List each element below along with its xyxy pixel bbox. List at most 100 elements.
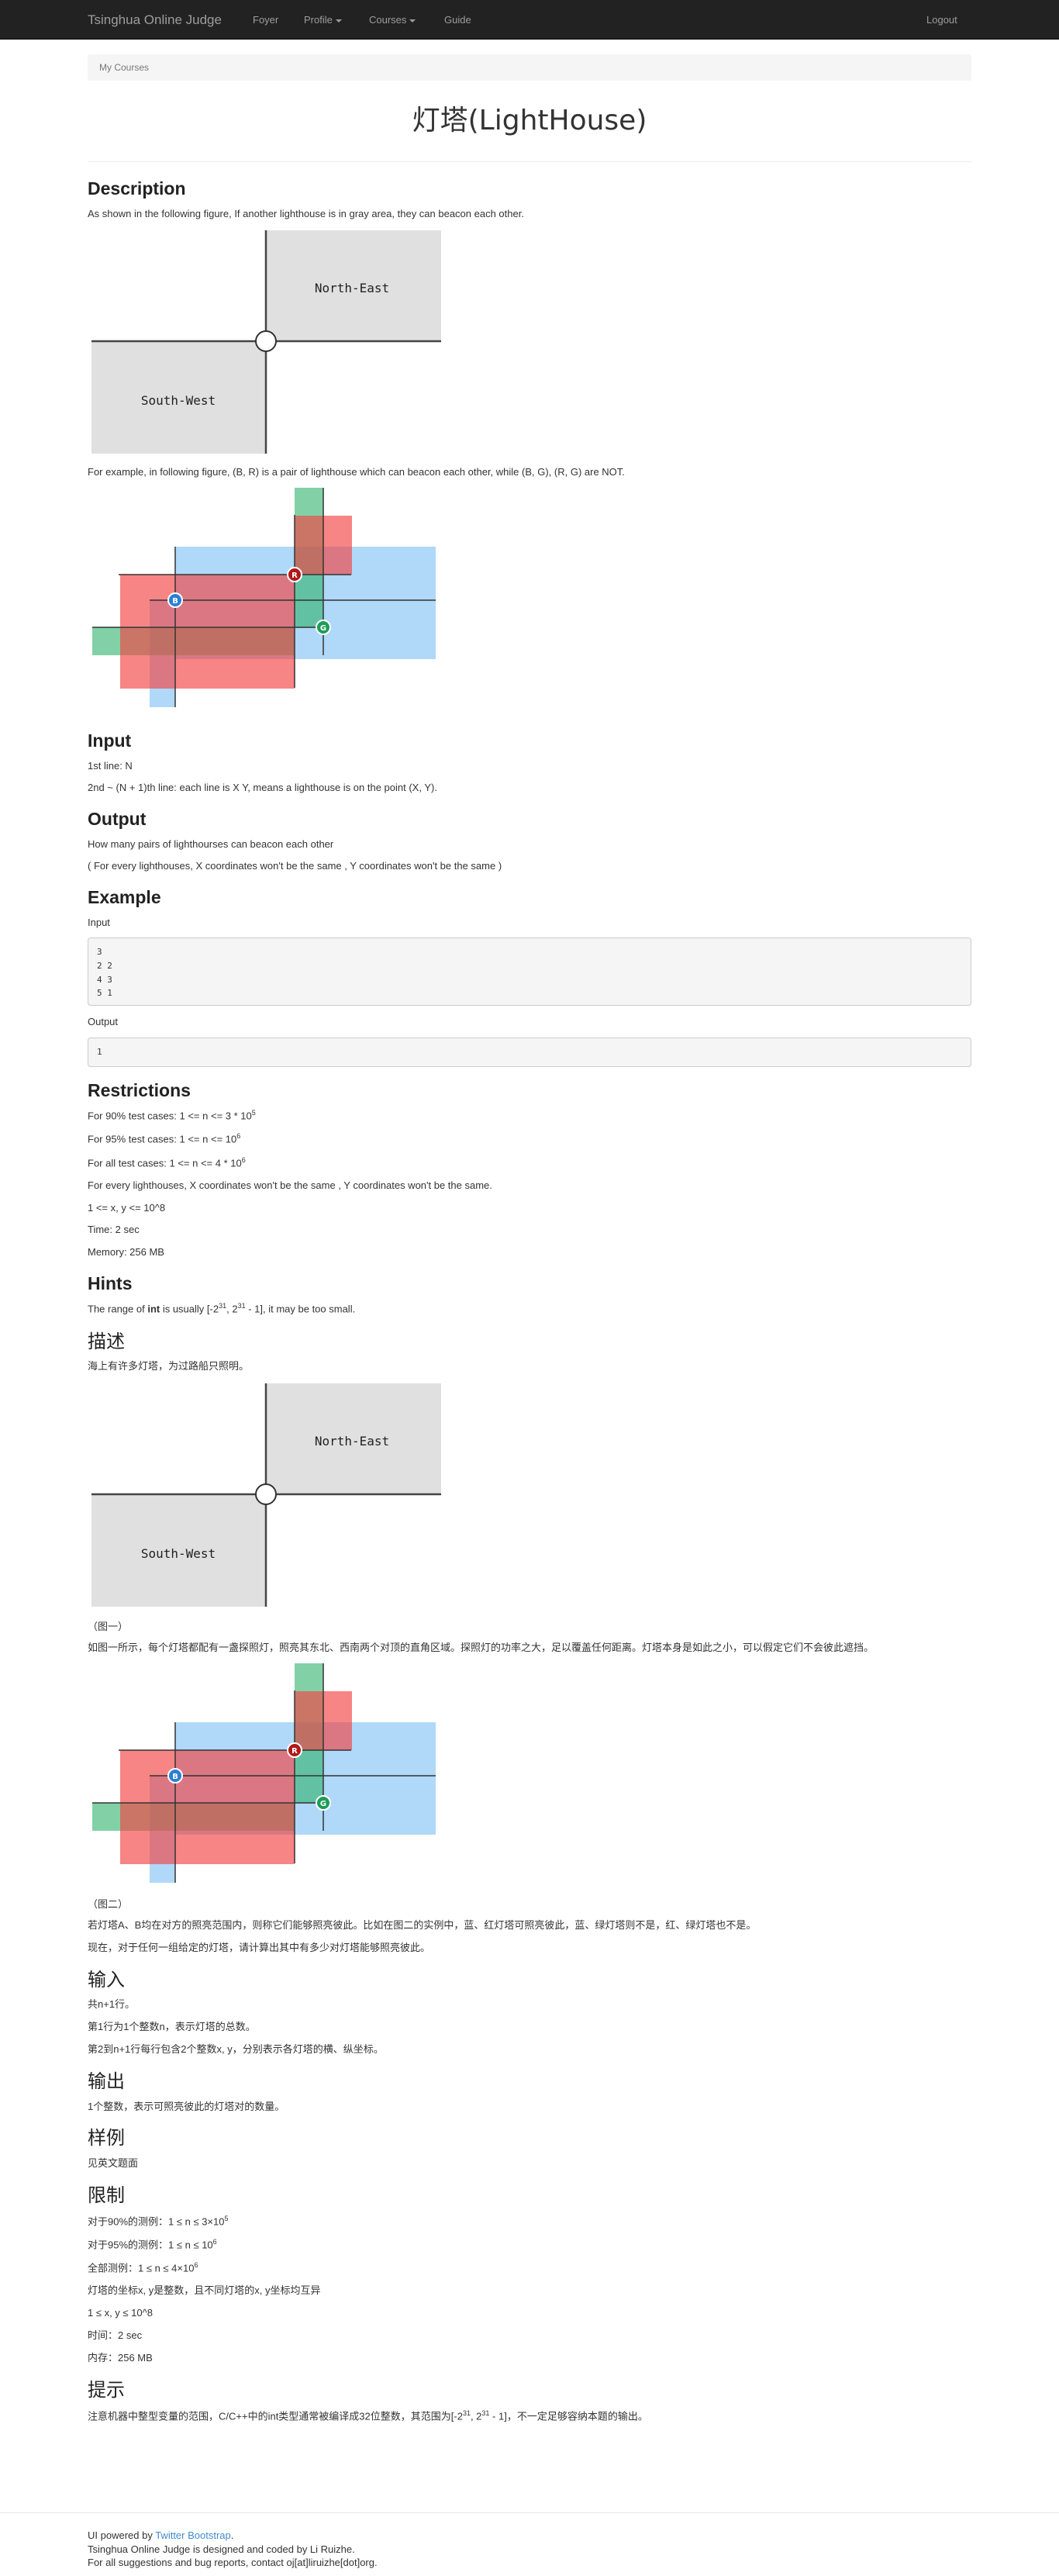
cn-restriction-2: 对于95%的测例：1 ≤ n ≤ 106: [88, 2237, 971, 2253]
output-line-1: How many pairs of lighthourses can beaco…: [88, 837, 334, 850]
main-content: My Courses 灯塔(LightHouse) Description As…: [88, 54, 971, 2432]
hint-c: is usually [-2: [160, 1303, 219, 1315]
hint-text: The range of int is usually [-231, 231 -…: [88, 1301, 971, 1317]
restrictions-heading: Restrictions: [88, 1079, 191, 1100]
lighthouse-circle: [255, 330, 277, 353]
cn-hint-a: 注意机器中整型变量的范围，C/C++中的int类型通常被编译成32位整数，其范围…: [88, 2409, 463, 2422]
caret-down-icon: [409, 19, 416, 22]
cn-restriction-5: 1 ≤ x, y ≤ 10^8: [88, 2307, 153, 2319]
restriction-2-text: For 95% test cases: 1 <= n <= 10: [88, 1133, 237, 1145]
cn-figure-1-caption: （图一）: [88, 1621, 129, 1633]
cn-lighthouse-g-label: G: [320, 1800, 326, 1808]
bootstrap-link[interactable]: Twitter Bootstrap: [155, 2529, 231, 2541]
restriction-3: For all test cases: 1 <= n <= 4 * 106: [88, 1155, 971, 1171]
output-line-2: ( For every lighthouses, X coordinates w…: [88, 860, 502, 872]
north-east-label: North-East: [315, 281, 389, 295]
footer-credit-line: Tsinghua Online Judge is designed and co…: [88, 2543, 355, 2555]
logout-link[interactable]: Logout: [926, 13, 957, 28]
nav-profile-label: Profile: [304, 14, 333, 26]
cn-description-3: 若灯塔A、B均在对方的照亮范围内，则称它们能够照亮彼此。比如在图二的实例中，蓝、…: [88, 1918, 757, 1931]
input-heading: Input: [88, 730, 132, 751]
breadcrumb: My Courses: [88, 54, 971, 81]
brand-link[interactable]: Tsinghua Online Judge: [88, 11, 222, 30]
hint-e: - 1], it may be too small.: [245, 1303, 356, 1315]
footer-ui-prefix: UI powered by: [88, 2529, 156, 2541]
cn-input-heading: 输入: [88, 1968, 125, 1991]
footer: UI powered by Twitter Bootstrap. Tsinghu…: [0, 2512, 1059, 2568]
cn-quadrant-figure: North-East South-West: [91, 1383, 441, 1607]
example-output-label: Output: [88, 1016, 119, 1028]
cn-restriction-memory: 内存：256 MB: [88, 2351, 153, 2364]
cn-output-1: 1个整数，表示可照亮彼此的灯塔对的数量。: [88, 2100, 285, 2112]
footer-ui-line: UI powered by Twitter Bootstrap.: [88, 2529, 378, 2543]
cn-output-heading: 输出: [88, 2070, 125, 2092]
cn-restrictions-heading: 限制: [88, 2184, 125, 2207]
hint-int: int: [147, 1303, 160, 1315]
input-line-1: 1st line: N: [88, 759, 133, 772]
nav-foyer[interactable]: Foyer: [253, 13, 278, 28]
cn-description-1: 海上有许多灯塔，为过路船只照明。: [88, 1360, 250, 1373]
footer-contact-line: For all suggestions and bug reports, con…: [88, 2557, 378, 2569]
description-text-1: As shown in the following figure, If ano…: [88, 207, 524, 219]
cn-north-east-label: North-East: [315, 1434, 389, 1449]
footer-ui-suffix: .: [230, 2529, 234, 2541]
restriction-1-exp: 5: [251, 1109, 256, 1117]
cn-hint-exp-1: 31: [462, 2409, 471, 2417]
cn-description-heading: 描述: [88, 1330, 125, 1352]
top-navbar: Tsinghua Online Judge Foyer Profile Cour…: [0, 0, 1059, 40]
restriction-5: 1 <= x, y <= 10^8: [88, 1201, 166, 1214]
cn-hint-exp-2: 31: [481, 2409, 490, 2417]
cn-input-2: 第1行为1个整数n，表示灯塔的总数。: [88, 2021, 256, 2033]
restriction-3-text: For all test cases: 1 <= n <= 4 * 10: [88, 1156, 242, 1169]
output-heading: Output: [88, 809, 147, 830]
cn-input-3: 第2到n+1行每行包含2个整数x, y，分别表示各灯塔的横、纵坐标。: [88, 2043, 384, 2055]
cn-input-1: 共n+1行。: [88, 1998, 136, 2011]
restriction-2: For 95% test cases: 1 <= n <= 106: [88, 1131, 971, 1147]
nav-guide[interactable]: Guide: [444, 13, 471, 28]
cn-hint-c: - 1]，不一定足够容纳本题的输出。: [489, 2409, 648, 2422]
restriction-2-exp: 6: [236, 1132, 241, 1141]
divider: [88, 161, 971, 163]
restriction-3-exp: 6: [241, 1155, 246, 1164]
breadcrumb-my-courses[interactable]: My Courses: [99, 62, 149, 73]
nav-courses[interactable]: Courses: [369, 13, 416, 28]
cn-example-heading: 样例: [88, 2127, 125, 2150]
cn-south-west-label: South-West: [141, 1546, 216, 1561]
example-input-block: 3 2 2 4 3 5 1: [88, 938, 971, 1007]
lighthouse-b-label: B: [172, 597, 178, 606]
cn-restriction-time: 时间：2 sec: [88, 2329, 143, 2342]
lighthouse-r-label: R: [291, 571, 298, 580]
cn-lighthouse-b-label: B: [172, 1773, 178, 1781]
restriction-time: Time: 2 sec: [88, 1224, 140, 1236]
cn-description-4: 现在，对于任何一组给定的灯塔，请计算出其中有多少对灯塔能够照亮彼此。: [88, 1941, 431, 1953]
cn-example-1: 见英文题面: [88, 2157, 139, 2170]
example-heading: Example: [88, 887, 161, 908]
cn-hint-text: 注意机器中整型变量的范围，C/C++中的int类型通常被编译成32位整数，其范围…: [88, 2409, 971, 2424]
nav-profile[interactable]: Profile: [304, 13, 342, 28]
hints-heading: Hints: [88, 1273, 133, 1294]
caret-down-icon: [335, 19, 342, 22]
cn-hint-heading: 提示: [88, 2378, 125, 2401]
beacon-pairs-figure: B R G: [92, 488, 436, 708]
cn-restriction-2-exp: 6: [212, 2238, 217, 2246]
hint-exp-2: 31: [237, 1302, 246, 1310]
nav-courses-label: Courses: [369, 14, 407, 26]
cn-restriction-1-text: 对于90%的测例：1 ≤ n ≤ 3×10: [88, 2215, 225, 2228]
south-west-label: South-West: [141, 393, 216, 408]
cn-restriction-3: 全部测例：1 ≤ n ≤ 4×106: [88, 2260, 971, 2276]
cn-lighthouse-r-label: R: [291, 1747, 298, 1756]
hint-d: , 2: [226, 1303, 238, 1315]
description-text-2: For example, in following figure, (B, R)…: [88, 466, 625, 478]
restriction-4: For every lighthouses, X coordinates won…: [88, 1179, 492, 1191]
cn-description-2: 如图一所示，每个灯塔都配有一盏探照灯，照亮其东北、西南两个对顶的直角区域。探照灯…: [88, 1642, 874, 1654]
cn-restriction-3-text: 全部测例：1 ≤ n ≤ 4×10: [88, 2262, 195, 2274]
cn-hint-b: , 2: [470, 2409, 482, 2422]
cn-restriction-2-text: 对于95%的测例：1 ≤ n ≤ 10: [88, 2239, 213, 2251]
cn-restriction-1: 对于90%的测例：1 ≤ n ≤ 3×105: [88, 2214, 971, 2229]
lighthouse-g-label: G: [320, 624, 326, 633]
description-heading: Description: [88, 178, 186, 199]
cn-restriction-1-exp: 5: [224, 2214, 229, 2222]
page-title: 灯塔(LightHouse): [412, 105, 647, 136]
cn-lighthouse-circle: [255, 1483, 277, 1506]
input-line-2: 2nd ~ (N + 1)th line: each line is X Y, …: [88, 782, 437, 794]
